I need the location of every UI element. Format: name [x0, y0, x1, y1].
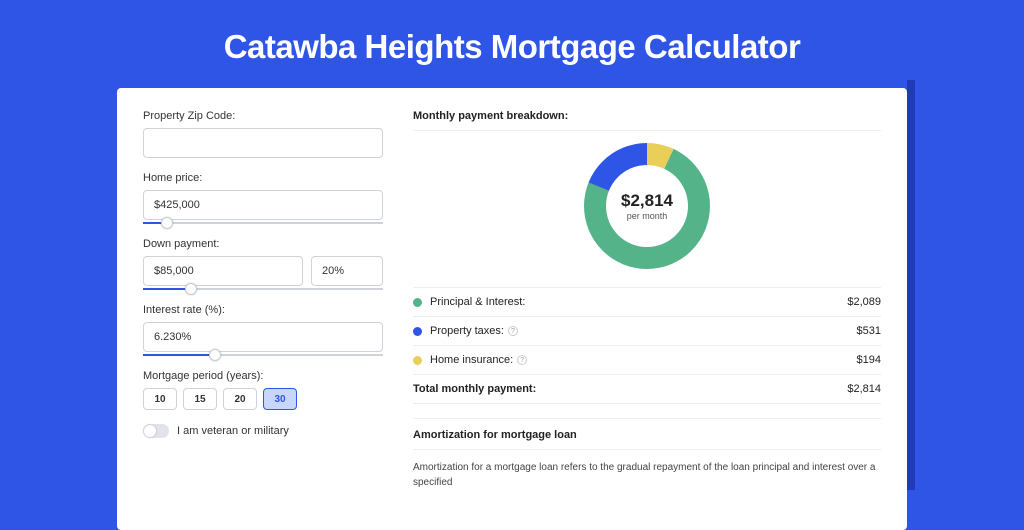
donut-center: $2,814 per month — [584, 143, 710, 269]
down-payment-slider-thumb[interactable] — [185, 283, 197, 295]
donut-amount: $2,814 — [621, 191, 673, 211]
home-price-slider[interactable] — [143, 222, 383, 224]
interest-rate-slider-thumb[interactable] — [209, 349, 221, 361]
page-title: Catawba Heights Mortgage Calculator — [0, 0, 1024, 88]
zip-input[interactable] — [143, 128, 383, 158]
breakdown-heading: Monthly payment breakdown: — [413, 110, 881, 131]
zip-label: Property Zip Code: — [143, 110, 383, 122]
payment-donut-chart: $2,814 per month — [584, 143, 710, 269]
down-payment-input[interactable] — [143, 256, 303, 286]
home-price-field: Home price: — [143, 172, 383, 224]
interest-rate-slider-fill — [143, 354, 215, 356]
legend-row-taxes: Property taxes: ? $531 — [413, 317, 881, 346]
legend-label-principal: Principal & Interest: — [430, 296, 847, 308]
down-payment-pct-input[interactable] — [311, 256, 383, 286]
interest-rate-slider[interactable] — [143, 354, 383, 356]
home-price-label: Home price: — [143, 172, 383, 184]
down-payment-slider-fill — [143, 288, 191, 290]
period-option-15[interactable]: 15 — [183, 388, 217, 410]
breakdown-column: Monthly payment breakdown: $2,814 per mo… — [413, 110, 881, 490]
interest-rate-input[interactable] — [143, 322, 383, 352]
down-payment-slider[interactable] — [143, 288, 383, 290]
legend-label-taxes: Property taxes: ? — [430, 325, 857, 337]
period-option-30[interactable]: 30 — [263, 388, 297, 410]
legend-value-total: $2,814 — [847, 383, 881, 395]
help-icon[interactable]: ? — [508, 326, 518, 336]
donut-wrap: $2,814 per month — [413, 143, 881, 269]
zip-field: Property Zip Code: — [143, 110, 383, 158]
home-price-slider-thumb[interactable] — [161, 217, 173, 229]
legend-value-principal: $2,089 — [847, 296, 881, 308]
legend-label-insurance: Home insurance: ? — [430, 354, 857, 366]
legend-text-principal: Principal & Interest: — [430, 296, 525, 308]
period-option-20[interactable]: 20 — [223, 388, 257, 410]
interest-rate-label: Interest rate (%): — [143, 304, 383, 316]
donut-sub: per month — [627, 211, 668, 221]
veteran-toggle[interactable] — [143, 424, 169, 438]
legend-row-insurance: Home insurance: ? $194 — [413, 346, 881, 375]
legend-value-taxes: $531 — [857, 325, 881, 337]
calculator-card: Property Zip Code: Home price: Down paym… — [117, 88, 907, 530]
legend-row-principal: Principal & Interest: $2,089 — [413, 288, 881, 317]
interest-rate-field: Interest rate (%): — [143, 304, 383, 356]
period-option-10[interactable]: 10 — [143, 388, 177, 410]
legend-text-insurance: Home insurance: — [430, 354, 513, 366]
amortization-body: Amortization for a mortgage loan refers … — [413, 450, 881, 490]
home-price-input[interactable] — [143, 190, 383, 220]
mortgage-period-label: Mortgage period (years): — [143, 370, 383, 382]
legend-value-insurance: $194 — [857, 354, 881, 366]
veteran-row: I am veteran or military — [143, 424, 383, 438]
legend-label-total: Total monthly payment: — [413, 383, 847, 395]
legend-row-total: Total monthly payment: $2,814 — [413, 375, 881, 404]
amortization-heading: Amortization for mortgage loan — [413, 418, 881, 450]
swatch-green-icon — [413, 298, 422, 307]
down-payment-field: Down payment: — [143, 238, 383, 290]
swatch-blue-icon — [413, 327, 422, 336]
breakdown-legend: Principal & Interest: $2,089 Property ta… — [413, 287, 881, 404]
mortgage-period-field: Mortgage period (years): 10 15 20 30 — [143, 370, 383, 410]
help-icon[interactable]: ? — [517, 355, 527, 365]
down-payment-label: Down payment: — [143, 238, 383, 250]
legend-text-taxes: Property taxes: — [430, 325, 504, 337]
form-column: Property Zip Code: Home price: Down paym… — [143, 110, 383, 490]
swatch-yellow-icon — [413, 356, 422, 365]
veteran-label: I am veteran or military — [177, 425, 289, 437]
mortgage-period-group: 10 15 20 30 — [143, 388, 383, 410]
